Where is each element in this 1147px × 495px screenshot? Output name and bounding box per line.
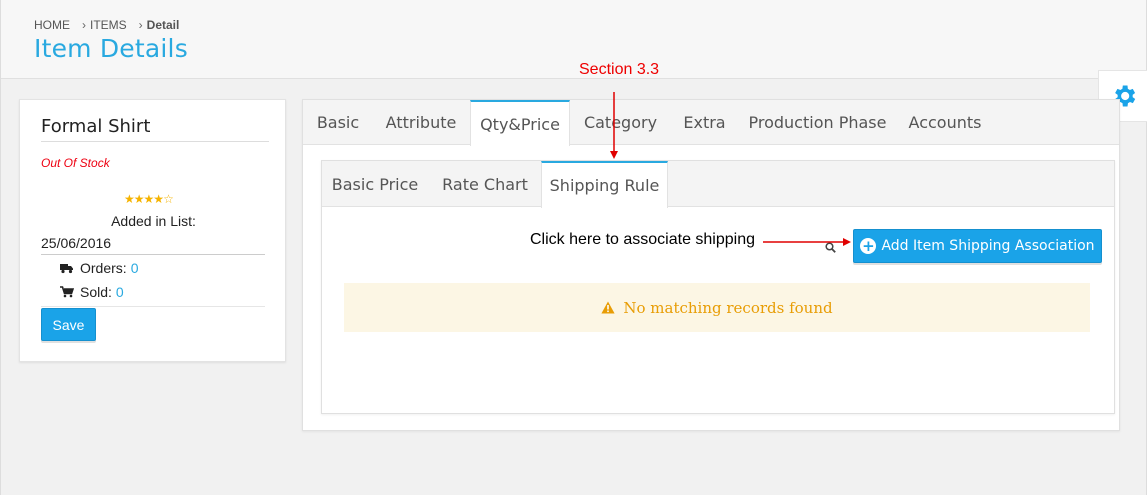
page-header: HOME › ITEMS › Detail Item Details — [1, 0, 1146, 79]
item-name: Formal Shirt — [41, 116, 151, 137]
divider — [41, 141, 269, 142]
cart-icon — [60, 286, 74, 298]
orders-stat: Orders: 0 — [60, 260, 138, 276]
qty-price-panel: Basic Price Rate Chart Shipping Rule + A… — [321, 160, 1115, 414]
page-title: Item Details — [34, 34, 188, 63]
add-shipping-association-button[interactable]: + Add Item Shipping Association — [853, 229, 1102, 263]
empty-records-alert: No matching records found — [344, 283, 1090, 332]
tab-accounts[interactable]: Accounts — [897, 100, 993, 145]
orders-count: 0 — [130, 260, 139, 276]
breadcrumb-items[interactable]: ITEMS — [90, 18, 127, 32]
stock-status: Out Of Stock — [41, 156, 110, 170]
tab-attribute[interactable]: Attribute — [375, 100, 467, 145]
star-empty-icon: ☆ — [163, 192, 174, 206]
plus-circle-icon: + — [860, 237, 877, 255]
divider — [41, 306, 265, 307]
main-tabs: Basic Attribute Qty&Price Category Extra… — [303, 100, 1119, 146]
empty-records-message: No matching records found — [623, 298, 833, 317]
star-filled-icon: ★ — [143, 192, 155, 206]
sold-count: 0 — [115, 284, 124, 300]
item-summary-card: Formal Shirt Out Of Stock ★★★★☆ Added in… — [19, 99, 286, 362]
hint-annotation: Click here to associate shipping — [530, 231, 756, 248]
orders-label: Orders: — [80, 260, 127, 276]
add-shipping-association-label: Add Item Shipping Association — [881, 238, 1095, 254]
star-filled-icon: ★ — [153, 192, 164, 206]
star-filled-icon: ★ — [124, 192, 135, 206]
sub-tabs: Basic Price Rate Chart Shipping Rule — [322, 161, 1114, 208]
tab-extra[interactable]: Extra — [671, 100, 738, 145]
sold-stat: Sold: 0 — [60, 284, 124, 300]
section-annotation: Section 3.3 — [579, 61, 660, 78]
tab-basic[interactable]: Basic — [303, 100, 373, 145]
item-detail-panel: Basic Attribute Qty&Price Category Extra… — [302, 99, 1120, 431]
added-in-list-label: Added in List: — [111, 213, 196, 229]
sold-label: Sold: — [80, 284, 112, 300]
breadcrumb: HOME › ITEMS › Detail — [34, 18, 179, 32]
breadcrumb-home[interactable]: HOME — [34, 18, 70, 32]
warning-icon — [601, 301, 615, 314]
divider — [41, 254, 265, 255]
subtab-shipping-rule[interactable]: Shipping Rule — [541, 161, 668, 208]
tab-category[interactable]: Category — [573, 100, 668, 145]
rating-stars: ★★★★☆ — [124, 192, 174, 206]
truck-icon — [60, 263, 74, 274]
chevron-right-icon: › — [138, 18, 143, 32]
star-filled-icon: ★ — [133, 192, 145, 206]
save-button[interactable]: Save — [41, 308, 96, 341]
chevron-right-icon: › — [82, 18, 86, 32]
tab-qty-price[interactable]: Qty&Price — [470, 100, 570, 146]
breadcrumb-current: Detail — [146, 18, 180, 32]
added-date: 25/06/2016 — [41, 235, 112, 251]
subtab-rate-chart[interactable]: Rate Chart — [432, 161, 538, 207]
search-icon[interactable] — [825, 240, 836, 258]
subtab-basic-price[interactable]: Basic Price — [322, 161, 428, 207]
tab-production-phase[interactable]: Production Phase — [741, 100, 894, 145]
